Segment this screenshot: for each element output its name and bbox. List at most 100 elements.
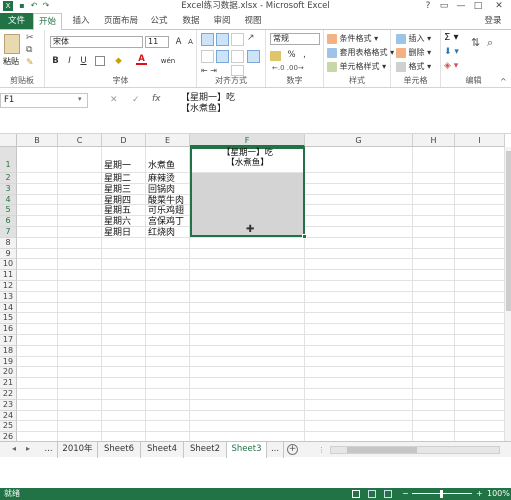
orientation-icon[interactable]: ↗ [247, 33, 255, 43]
cell-d4[interactable]: 星期四 [104, 196, 131, 206]
minimize-button[interactable]: — [453, 0, 469, 13]
row-header-14[interactable]: 14 [0, 302, 17, 314]
name-box[interactable]: F1 [0, 93, 88, 108]
font-color-icon[interactable]: A [136, 54, 147, 65]
chevron-down-icon[interactable]: ▾ [78, 95, 82, 103]
cell-d6[interactable]: 星期六 [104, 217, 131, 227]
tab-formulas[interactable]: 公式 [146, 13, 172, 29]
row-header-24[interactable]: 24 [0, 410, 17, 422]
column-header-i[interactable]: I [455, 134, 505, 147]
column-header-h[interactable]: H [413, 134, 455, 147]
format-table-button[interactable]: 套用表格格式 ▾ [327, 47, 394, 58]
sheet-tab-more-left[interactable]: ... [40, 442, 58, 458]
cell-d3[interactable]: 星期三 [104, 185, 131, 195]
align-top-icon[interactable] [201, 33, 214, 46]
formula-input[interactable]: 【星期一】吃 【水煮鱼】 [178, 93, 511, 127]
ribbon-display-button[interactable]: ▭ [436, 0, 452, 13]
column-header-c[interactable]: C [58, 134, 102, 147]
zoom-in-button[interactable]: + [476, 488, 483, 500]
row-header-3[interactable]: 3 [0, 183, 17, 195]
sort-filter-icon[interactable]: ⇅ [471, 36, 480, 49]
sheet-tab-sheet3[interactable]: Sheet3 [227, 442, 267, 458]
cell-e4[interactable]: 酸菜牛肉 [148, 196, 184, 206]
conditional-format-button[interactable]: 条件格式 ▾ [327, 33, 378, 44]
cell-e5[interactable]: 可乐鸡翅 [148, 206, 184, 216]
row-header-21[interactable]: 21 [0, 378, 17, 389]
row-header-5[interactable]: 5 [0, 205, 17, 217]
tab-data[interactable]: 数据 [178, 13, 204, 29]
sheet-tab-sheet6[interactable]: Sheet6 [98, 442, 141, 458]
accounting-icon[interactable] [270, 51, 281, 61]
help-button[interactable]: ? [420, 0, 436, 13]
row-header-25[interactable]: 25 [0, 421, 17, 433]
border-icon[interactable] [95, 56, 105, 66]
sheet-tab-sheet2[interactable]: Sheet2 [184, 442, 227, 458]
tab-file[interactable]: 文件 [0, 13, 33, 29]
row-header-26[interactable]: 26 [0, 432, 17, 441]
row-header-17[interactable]: 17 [0, 335, 17, 346]
row-header-22[interactable]: 22 [0, 389, 17, 400]
row-header-1[interactable]: 1 [0, 147, 17, 173]
shrink-font-icon[interactable]: A [185, 37, 196, 48]
row-header-15[interactable]: 15 [0, 313, 17, 325]
horizontal-scrollbar[interactable] [330, 446, 500, 454]
font-size-select[interactable]: 11 [145, 36, 169, 48]
wrap-text-icon[interactable] [247, 50, 260, 63]
fill-icon[interactable]: ⬇ ▾ [444, 47, 459, 57]
number-format-select[interactable]: 常规 [270, 33, 320, 45]
new-sheet-button[interactable]: + [287, 444, 298, 455]
underline-button[interactable]: U [78, 56, 89, 67]
align-bottom-icon[interactable] [231, 33, 244, 46]
row-header-18[interactable]: 18 [0, 345, 17, 357]
cell-e2[interactable]: 麻辣烫 [148, 174, 175, 184]
row-header-13[interactable]: 13 [0, 291, 17, 303]
clear-icon[interactable]: ◈ ▾ [444, 61, 458, 71]
row-header-7[interactable]: 7 [0, 227, 17, 238]
sheet-tab-2010[interactable]: 2010年 [58, 442, 98, 458]
column-header-f[interactable]: F [190, 134, 305, 147]
row-header-4[interactable]: 4 [0, 194, 17, 206]
cut-icon[interactable]: ✂ [26, 33, 34, 43]
sheet-tab-sheet4[interactable]: Sheet4 [141, 442, 184, 458]
cell-styles-button[interactable]: 单元格样式 ▾ [327, 61, 386, 72]
percent-button[interactable]: % [286, 50, 297, 61]
fill-color-icon[interactable]: ◆ [113, 56, 124, 67]
italic-button[interactable]: I [64, 56, 75, 67]
prev-sheet-icon[interactable]: ◂ [12, 444, 16, 453]
zoom-level[interactable]: 100% [487, 488, 510, 500]
row-header-10[interactable]: 10 [0, 259, 17, 271]
row-header-16[interactable]: 16 [0, 324, 17, 335]
cell-e6[interactable]: 宫保鸡丁 [148, 217, 184, 227]
enter-icon[interactable]: ✓ [132, 95, 140, 105]
column-header-g[interactable]: G [305, 134, 413, 147]
paste-button[interactable]: 粘贴 [3, 56, 19, 67]
zoom-slider-thumb[interactable] [440, 490, 443, 498]
cell-e1[interactable]: 水煮鱼 [148, 161, 175, 171]
cell-d7[interactable]: 星期日 [104, 228, 131, 238]
paste-icon[interactable] [4, 34, 20, 54]
align-left-icon[interactable] [201, 50, 214, 63]
tab-page-layout[interactable]: 页面布局 [101, 13, 141, 29]
align-middle-icon[interactable] [216, 33, 229, 46]
row-header-2[interactable]: 2 [0, 173, 17, 184]
row-header-12[interactable]: 12 [0, 281, 17, 292]
page-break-view-icon[interactable] [384, 490, 392, 498]
tab-review[interactable]: 审阅 [209, 13, 235, 29]
horizontal-scroll-thumb[interactable] [347, 447, 417, 453]
phonetic-button[interactable]: wén [157, 56, 179, 67]
delete-cells-button[interactable]: 删除 ▾ [396, 47, 431, 58]
autosum-icon[interactable]: Σ ▾ [444, 32, 459, 43]
tab-split-handle[interactable]: ⋮ [318, 446, 325, 454]
column-header-b[interactable]: B [17, 134, 58, 147]
cell-d5[interactable]: 星期五 [104, 206, 131, 216]
font-name-select[interactable]: 宋体 [50, 36, 143, 48]
row-header-11[interactable]: 11 [0, 270, 17, 281]
page-layout-view-icon[interactable] [368, 490, 376, 498]
select-all-corner[interactable] [0, 134, 17, 147]
find-select-icon[interactable]: ⌕ [487, 36, 493, 50]
normal-view-icon[interactable] [352, 490, 360, 498]
row-header-9[interactable]: 9 [0, 248, 17, 260]
cell-d1[interactable]: 星期一 [104, 161, 131, 171]
fill-handle[interactable] [302, 234, 307, 239]
vertical-scrollbar[interactable] [504, 147, 511, 441]
